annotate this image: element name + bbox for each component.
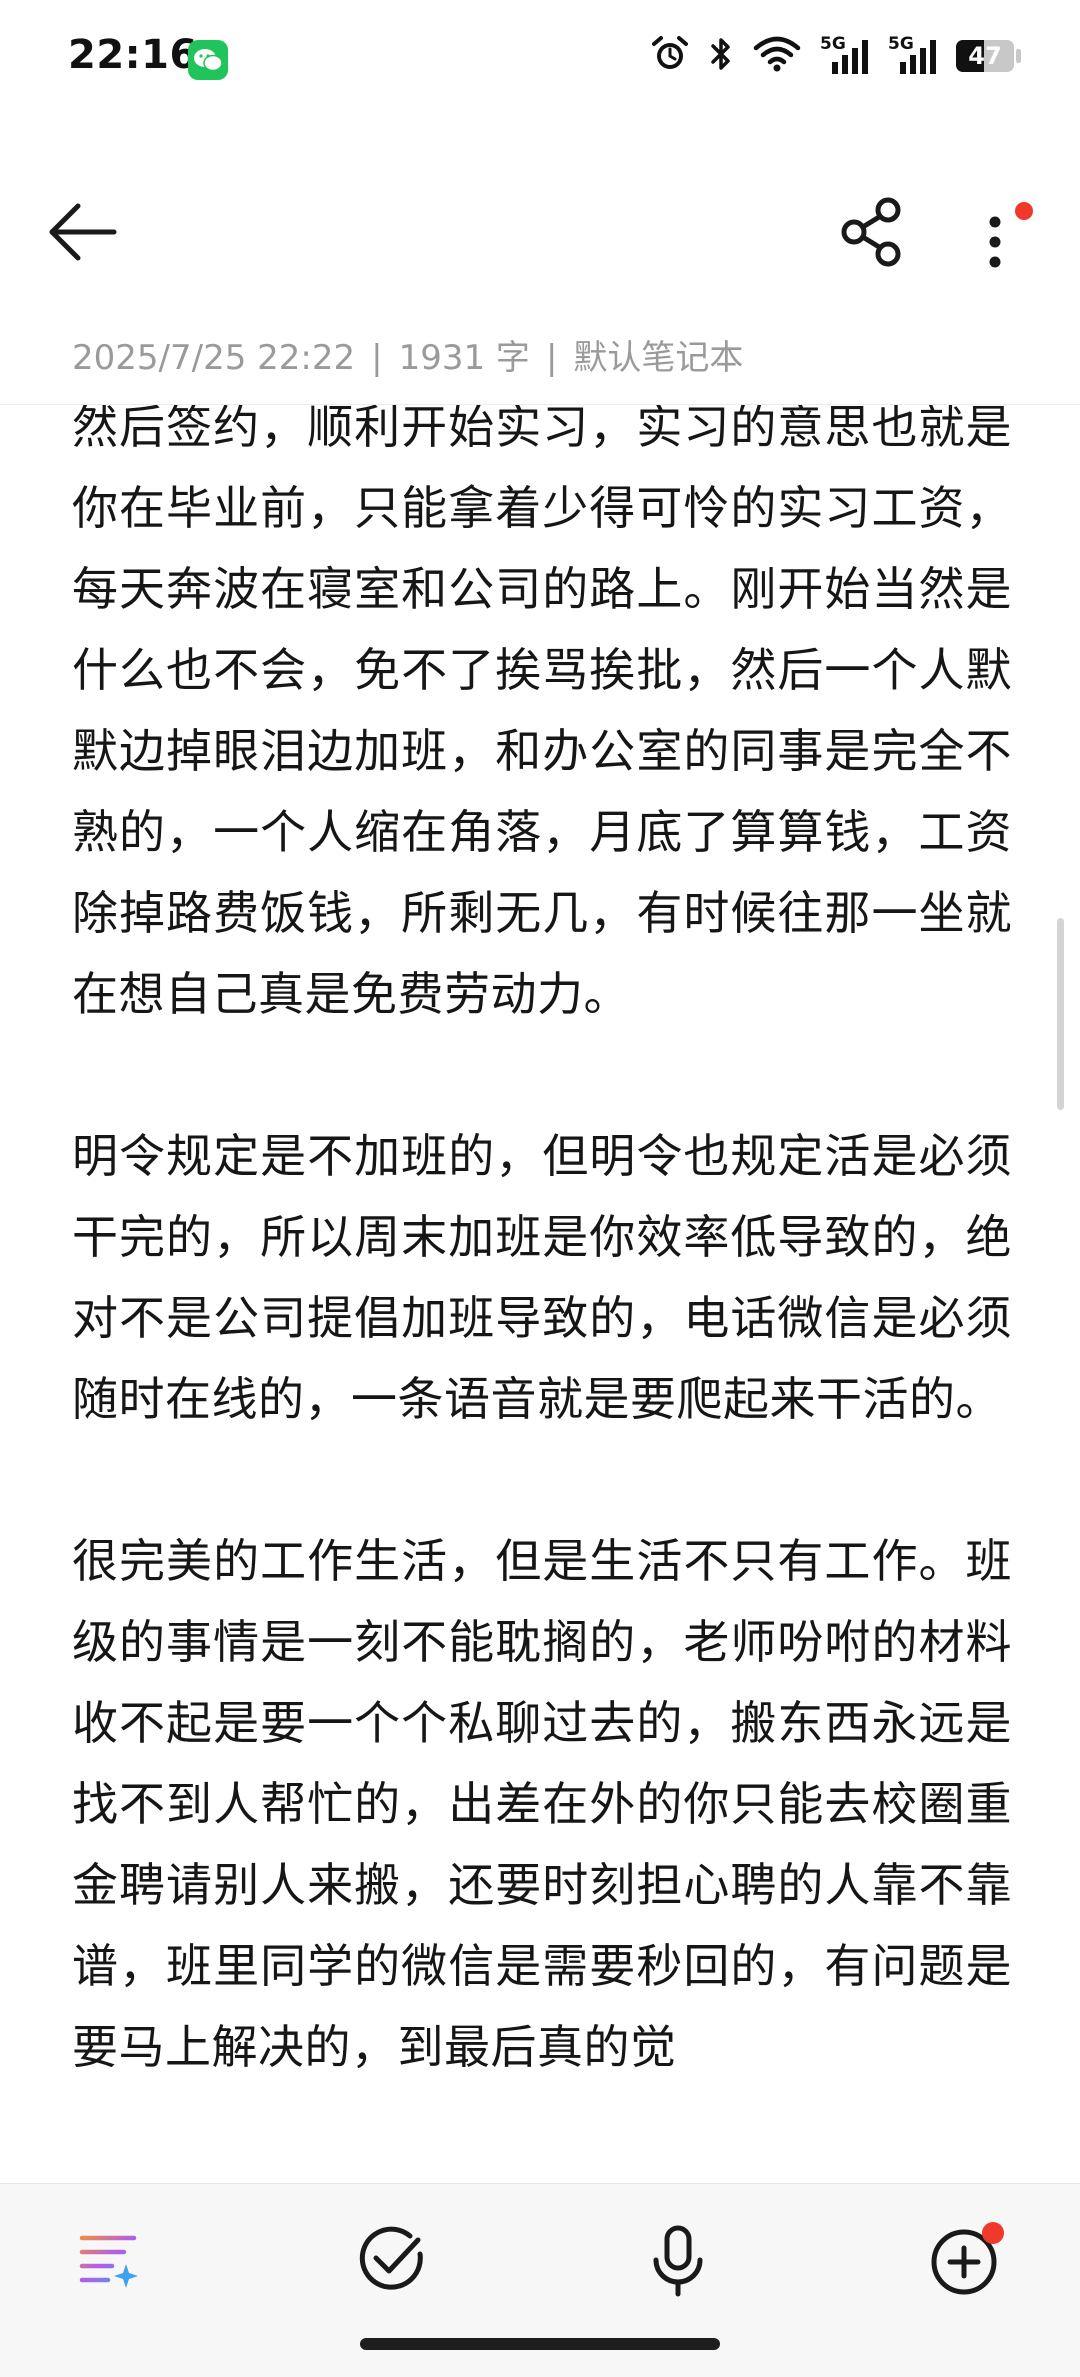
microphone-icon <box>653 2225 703 2297</box>
share-icon <box>841 197 901 267</box>
signal-icon: 5G <box>888 34 938 76</box>
scrollbar-thumb[interactable] <box>1057 918 1064 1110</box>
more-options-button[interactable] <box>960 192 1033 282</box>
meta-separator: | <box>371 338 383 378</box>
add-button[interactable] <box>924 2220 1004 2300</box>
ai-format-button[interactable] <box>68 2220 148 2300</box>
notification-dot <box>1015 202 1033 220</box>
note-meta: 2025/7/25 22:22 | 1931 字 | 默认笔记本 <box>72 330 743 379</box>
status-icons: 5G 5G 47 <box>650 34 1022 78</box>
alarm-icon <box>650 34 690 78</box>
wechat-icon <box>188 40 228 80</box>
back-button[interactable] <box>44 192 124 272</box>
share-button[interactable] <box>832 192 912 272</box>
note-text-area[interactable]: 然后签约，顺利开始实习，实习的意思也就是你在毕业前，只能拿着少得可怜的实习工资，… <box>72 405 1012 2169</box>
note-paragraph[interactable]: 明令规定是不加班的，但明令也规定活是必须干完的，所以周末加班是你效率低导致的，绝… <box>72 1116 1012 1440</box>
note-paragraph[interactable]: 然后签约，顺利开始实习，实习的意思也就是你在毕业前，只能拿着少得可怜的实习工资，… <box>72 405 1012 1035</box>
note-content[interactable]: 然后签约，顺利开始实习，实习的意思也就是你在毕业前，只能拿着少得可怜的实习工资，… <box>0 405 1080 2183</box>
meta-separator: | <box>545 338 558 378</box>
status-bar: 22:16 5G 5G 47 <box>0 0 1080 118</box>
app-bar <box>0 170 1080 290</box>
status-time: 22:16 <box>68 32 198 78</box>
signal-icon: 5G <box>820 34 870 76</box>
ai-format-icon <box>79 2235 138 2288</box>
battery-icon: 47 <box>956 38 1022 74</box>
checklist-button[interactable] <box>352 2220 432 2300</box>
voice-input-button[interactable] <box>638 2220 718 2300</box>
note-date: 2025/7/25 22:22 <box>72 338 356 378</box>
back-arrow-icon <box>49 203 117 261</box>
home-indicator[interactable] <box>360 2338 720 2350</box>
note-word-count: 1931 字 <box>398 338 530 378</box>
battery-level: 47 <box>968 42 1002 70</box>
wifi-icon <box>752 34 802 78</box>
bluetooth-icon <box>708 34 734 78</box>
note-paragraph[interactable]: 很完美的工作生活，但是生活不只有工作。班级的事情是一刻不能耽搁的，老师吩咐的材料… <box>72 1521 1012 2088</box>
notification-dot <box>982 2222 1004 2244</box>
checklist-icon <box>359 2226 423 2290</box>
note-notebook[interactable]: 默认笔记本 <box>573 338 743 378</box>
